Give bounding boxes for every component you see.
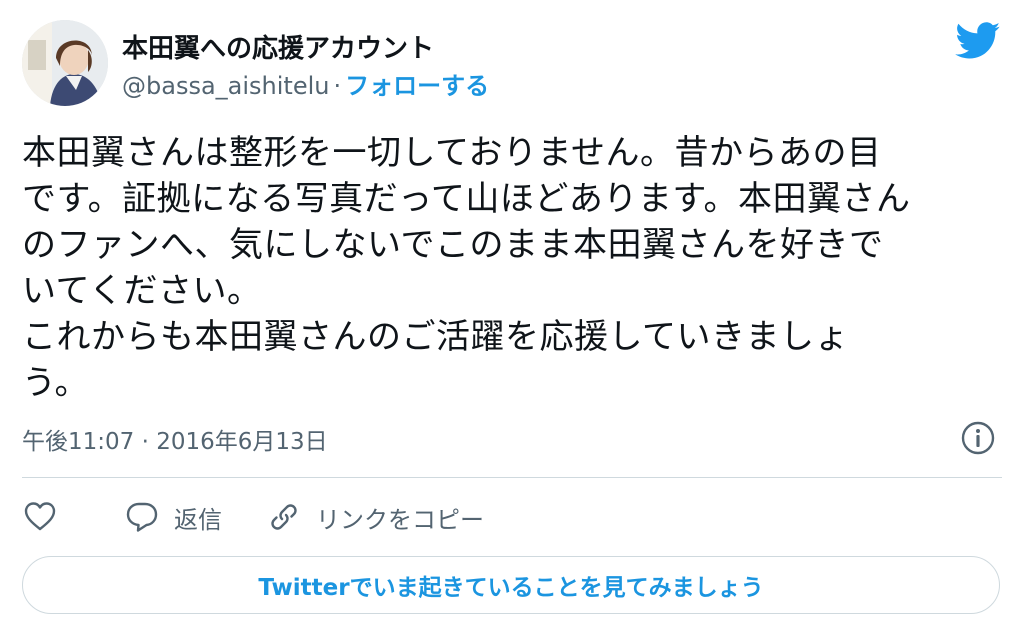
like-button[interactable]	[22, 499, 58, 535]
tweet-card: 本田翼への応援アカウント @bassa_aishitelu · フォローする 本田翼…	[0, 0, 1024, 638]
avatar[interactable]	[22, 20, 108, 106]
author-meta: @bassa_aishitelu · フォローする	[122, 66, 489, 101]
speech-bubble-icon	[126, 502, 158, 532]
profile-photo-icon	[22, 20, 108, 106]
follow-button[interactable]: フォローする	[345, 72, 489, 100]
tweet-timestamp[interactable]: 午後11:07 · 2016年6月13日	[22, 422, 328, 456]
author-handle[interactable]: @bassa_aishitelu	[122, 72, 329, 100]
copy-link-button[interactable]: リンクをコピー	[266, 499, 484, 535]
divider	[22, 477, 1002, 478]
separator-dot: ·	[333, 72, 342, 100]
tweet-actions: 返信 リンクをコピー	[22, 495, 484, 539]
author-display-name[interactable]: 本田翼への応援アカウント	[122, 28, 434, 65]
info-icon[interactable]	[960, 420, 996, 456]
see-whats-happening-button[interactable]: Twitterでいま起きていることを見てみましょう	[22, 556, 1000, 614]
tweet-text: 本田翼さんは整形を一切しておりません。昔からあの目 です。証拠になる写真だって山…	[22, 133, 911, 403]
twitter-bird-icon[interactable]	[955, 22, 1001, 60]
link-icon	[271, 504, 297, 530]
reply-button[interactable]: 返信	[124, 499, 222, 535]
heart-icon	[24, 502, 56, 531]
copy-link-label: リンクをコピー	[316, 505, 484, 534]
reply-label: 返信	[174, 505, 222, 534]
